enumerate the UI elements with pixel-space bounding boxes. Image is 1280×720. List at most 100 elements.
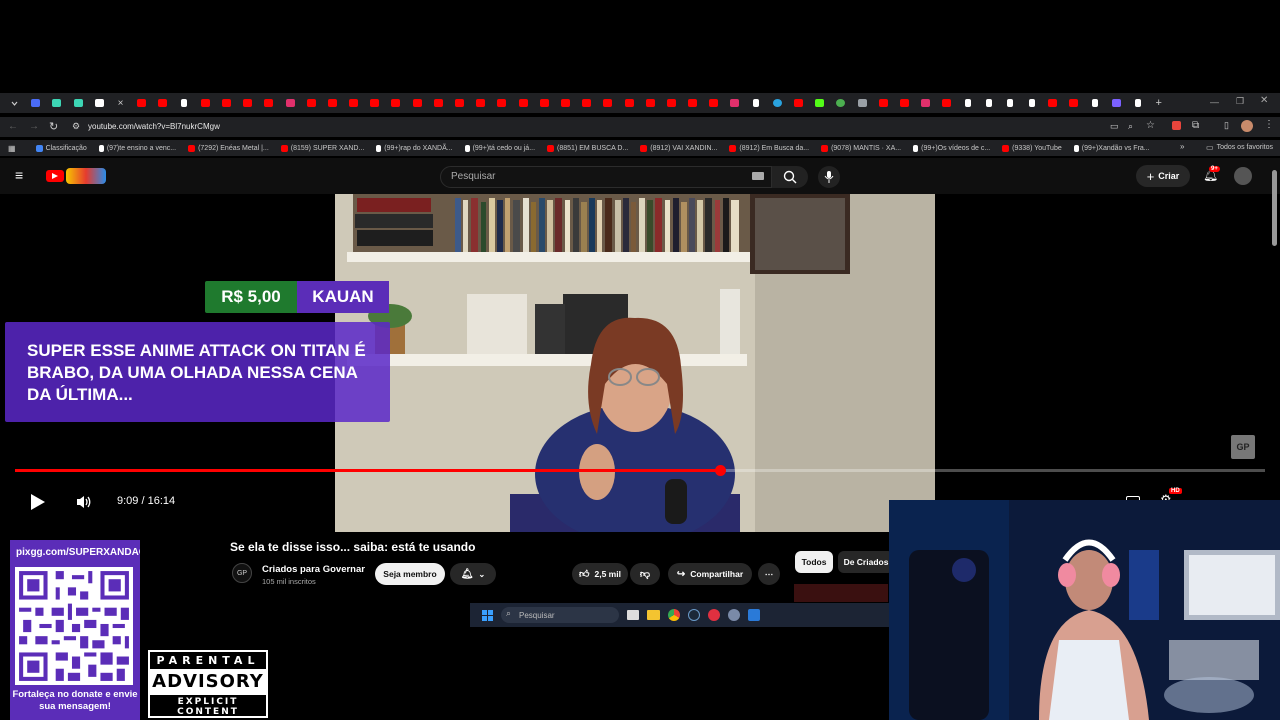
- minimize-icon[interactable]: —: [1210, 97, 1219, 107]
- bookmarks-overflow-icon[interactable]: »: [1180, 142, 1184, 151]
- share-button[interactable]: ↪ Compartilhar: [668, 563, 752, 585]
- tab-search-icon[interactable]: [4, 93, 25, 113]
- site-info-icon[interactable]: ⚙: [72, 121, 80, 132]
- channel-name[interactable]: Criados para Governar: [262, 564, 365, 575]
- tab[interactable]: [724, 93, 745, 113]
- tab[interactable]: [661, 93, 682, 113]
- zoom-icon[interactable]: ⌕: [1128, 121, 1133, 132]
- tab-active[interactable]: [89, 93, 110, 113]
- bookmark[interactable]: (8159) SUPER XAND...: [280, 144, 364, 152]
- tab[interactable]: [385, 93, 406, 113]
- bookmark[interactable]: (99+)Os vídeos de c...: [913, 144, 990, 152]
- tab[interactable]: [470, 93, 491, 113]
- tab[interactable]: [301, 93, 322, 113]
- tab[interactable]: [1127, 93, 1148, 113]
- like-button[interactable]: 👍︎ 2,5 mil: [572, 563, 628, 585]
- bookmark[interactable]: (99+)Xandão vs Fra...: [1073, 144, 1150, 152]
- recommended-thumbnail[interactable]: [794, 584, 888, 602]
- bookmark[interactable]: (8851) EM BUSCA D...: [547, 144, 628, 152]
- page-scrollbar[interactable]: [1272, 170, 1277, 246]
- tab[interactable]: [640, 93, 661, 113]
- sidebar-icon[interactable]: ▯: [1224, 120, 1229, 131]
- tab[interactable]: [555, 93, 576, 113]
- tab[interactable]: [873, 93, 894, 113]
- address-bar[interactable]: youtube.com/watch?v=Bl7nukrCMgw: [88, 122, 220, 131]
- bookmark[interactable]: (8912) Em Busca da...: [729, 144, 809, 152]
- bookmark[interactable]: (9338) YouTube: [1002, 144, 1062, 152]
- tab[interactable]: [68, 93, 89, 113]
- tab[interactable]: [491, 93, 512, 113]
- tab[interactable]: [364, 93, 385, 113]
- tab[interactable]: [237, 93, 258, 113]
- bookmark[interactable]: (99+)rap do XANDÃ...: [376, 144, 453, 152]
- apps-icon[interactable]: ▦: [8, 144, 16, 153]
- tab[interactable]: [449, 93, 470, 113]
- chrome-icon[interactable]: [668, 609, 680, 621]
- tab[interactable]: [1085, 93, 1106, 113]
- tab[interactable]: [682, 93, 703, 113]
- tab[interactable]: [343, 93, 364, 113]
- back-icon[interactable]: ←: [8, 121, 18, 132]
- bookmark[interactable]: (8912) VAI XANDIN...: [640, 144, 717, 152]
- tab[interactable]: [131, 93, 152, 113]
- progress-scrubber[interactable]: [715, 465, 726, 476]
- play-icon[interactable]: [29, 493, 47, 511]
- restore-icon[interactable]: ❐: [1236, 96, 1244, 107]
- video-player[interactable]: [335, 194, 935, 532]
- tab[interactable]: [407, 93, 428, 113]
- subscribed-bell-button[interactable]: 🔔︎ ⌄: [450, 563, 496, 585]
- tab[interactable]: [957, 93, 978, 113]
- new-tab-icon[interactable]: +: [1148, 93, 1169, 113]
- tab[interactable]: [1000, 93, 1021, 113]
- tab[interactable]: [1106, 93, 1127, 113]
- search-button[interactable]: [772, 166, 808, 188]
- tab[interactable]: [258, 93, 279, 113]
- tab[interactable]: [830, 93, 851, 113]
- tab[interactable]: [618, 93, 639, 113]
- bookmark[interactable]: (97)te ensino a venc...: [98, 144, 176, 152]
- tab[interactable]: [979, 93, 1000, 113]
- bookmark[interactable]: (99+)tá cedo ou já...: [464, 144, 535, 152]
- taskbar-search[interactable]: ⌕ Pesquisar: [501, 607, 619, 623]
- reload-icon[interactable]: ↻: [49, 120, 58, 133]
- tab[interactable]: [936, 93, 957, 113]
- bookmark[interactable]: Classificação: [35, 144, 87, 152]
- tab[interactable]: [25, 93, 46, 113]
- extension-icon[interactable]: ⧉: [1192, 120, 1199, 131]
- tab[interactable]: [852, 93, 873, 113]
- tab[interactable]: [1042, 93, 1063, 113]
- tab[interactable]: [809, 93, 830, 113]
- steam-icon[interactable]: [688, 609, 700, 621]
- dislike-button[interactable]: 👎︎: [630, 563, 660, 585]
- tab[interactable]: [576, 93, 597, 113]
- channel-watermark[interactable]: GP: [1231, 435, 1255, 459]
- bookmark[interactable]: (9078) MANTIS · XA...: [821, 144, 901, 152]
- all-bookmarks[interactable]: ▭ Todos os favoritos: [1206, 143, 1273, 152]
- channel-avatar[interactable]: GP: [232, 563, 252, 583]
- app-icon[interactable]: [708, 609, 720, 621]
- bookmark[interactable]: (7292) Enéas Metal |...: [188, 144, 269, 152]
- settings-app-icon[interactable]: [728, 609, 740, 621]
- tab[interactable]: [767, 93, 788, 113]
- profile-avatar[interactable]: [1241, 120, 1253, 132]
- create-button[interactable]: + Criar: [1136, 165, 1190, 187]
- tab[interactable]: [534, 93, 555, 113]
- keyboard-icon[interactable]: [752, 172, 764, 180]
- forward-icon[interactable]: →: [29, 121, 39, 132]
- more-actions-button[interactable]: ⋯: [758, 563, 780, 585]
- extension-icon[interactable]: [1172, 121, 1181, 130]
- app-icon[interactable]: [748, 609, 760, 621]
- tab[interactable]: [788, 93, 809, 113]
- tab[interactable]: [1063, 93, 1084, 113]
- tab[interactable]: [597, 93, 618, 113]
- windows-start-icon[interactable]: [482, 609, 493, 621]
- join-button[interactable]: Seja membro: [375, 563, 445, 585]
- youtube-logo[interactable]: [46, 170, 64, 182]
- account-avatar[interactable]: [1234, 167, 1252, 185]
- tab[interactable]: [322, 93, 343, 113]
- tab[interactable]: [279, 93, 300, 113]
- cast-icon[interactable]: ▭: [1110, 121, 1119, 132]
- task-view-icon[interactable]: [627, 610, 639, 620]
- tab[interactable]: [216, 93, 237, 113]
- file-explorer-icon[interactable]: [647, 610, 660, 620]
